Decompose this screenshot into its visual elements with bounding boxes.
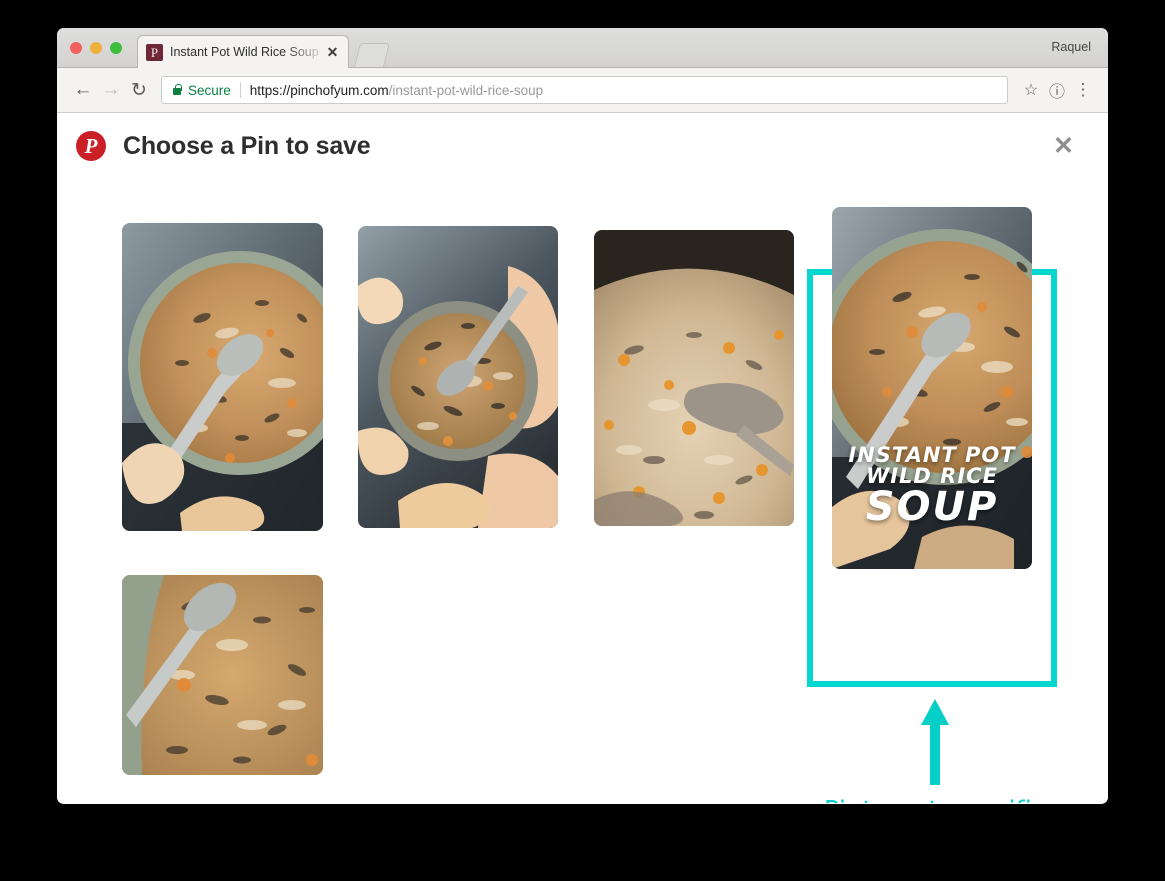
pin-overlay-title: INSTANT POT WILD RICE SOUP — [832, 443, 1032, 530]
browser-toolbar: ← → ↻ Secure https://pinchofyum.com /ins… — [57, 68, 1108, 113]
url-path: /instant-pot-wild-rice-soup — [388, 82, 544, 98]
pinterest-logo-icon: P — [76, 131, 106, 161]
browser-window: P Instant Pot Wild Rice Soup Rec ✕ Raque… — [57, 28, 1108, 804]
up-arrow-annotation-icon — [921, 699, 949, 785]
forward-arrow-icon: → — [101, 79, 121, 100]
modal-title: Choose a Pin to save — [123, 131, 371, 160]
pin-pinterest-graphic[interactable]: INSTANT POT WILD RICE SOUP — [832, 207, 1032, 569]
minimize-window-button[interactable] — [90, 42, 102, 54]
close-icon[interactable]: ✕ — [1047, 130, 1080, 163]
annotation-text: Pinterest-specific image — [811, 793, 1059, 803]
pin-soup-square-crop[interactable] — [122, 575, 323, 775]
tab-title: Instant Pot Wild Rice Soup Rec — [170, 45, 321, 59]
address-bar[interactable]: Secure https://pinchofyum.com /instant-p… — [161, 76, 1008, 104]
tab-favicon-icon: P — [146, 43, 163, 61]
bookmark-star-icon[interactable]: ☆ — [1018, 77, 1044, 103]
pinterest-save-modal: P Choose a Pin to save ✕ INSTANT POT WIL… — [57, 113, 1108, 803]
maximize-window-button[interactable] — [110, 42, 122, 54]
new-tab-button[interactable] — [354, 43, 390, 67]
omnibox-divider — [239, 82, 241, 98]
modal-header: P Choose a Pin to save ✕ — [57, 113, 1108, 179]
pin-hands-holding-bowl[interactable] — [358, 226, 558, 528]
tab-strip: P Instant Pot Wild Rice Soup Rec ✕ Raque… — [57, 28, 1108, 68]
annotation-pinterest-specific-image: Pinterest-specific image — [811, 699, 1059, 803]
menu-kebab-icon[interactable]: ⋮ — [1070, 77, 1096, 103]
url-origin: https://pinchofyum.com — [249, 82, 389, 98]
pin-grid: INSTANT POT WILD RICE SOUP — [57, 179, 1108, 803]
back-arrow-icon[interactable]: ← — [69, 76, 97, 104]
pin-image — [122, 223, 323, 531]
pin-soup-closeup[interactable] — [594, 230, 794, 526]
overlay-line-1: INSTANT POT — [848, 443, 1016, 467]
pin-image — [358, 226, 558, 528]
tab-close-icon[interactable]: ✕ — [325, 44, 340, 60]
pin-image — [594, 230, 794, 526]
close-window-button[interactable] — [70, 42, 82, 54]
profile-name-label[interactable]: Raquel — [1051, 40, 1091, 54]
pin-image — [122, 575, 323, 775]
overlay-line-3: SOUP — [865, 484, 999, 530]
secure-label: Secure — [188, 82, 231, 98]
window-traffic-lights — [70, 42, 122, 54]
pin-soup-bowl-overhead[interactable] — [122, 223, 323, 531]
lock-icon — [172, 84, 182, 96]
reload-icon[interactable]: ↻ — [125, 76, 153, 104]
browser-tab[interactable]: P Instant Pot Wild Rice Soup Rec ✕ — [137, 35, 349, 68]
info-icon[interactable]: ⓘ — [1044, 77, 1070, 103]
